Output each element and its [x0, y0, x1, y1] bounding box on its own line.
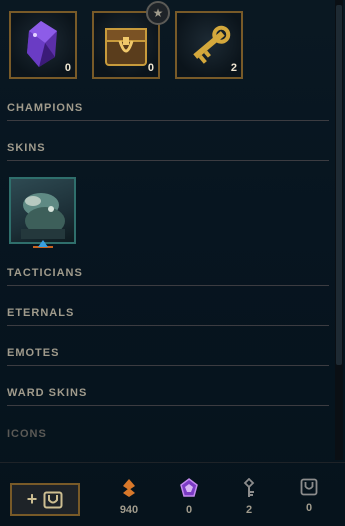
- star-icon: ★: [152, 6, 164, 20]
- section-ward-skins[interactable]: WARD SKINS: [7, 386, 329, 406]
- loot-panel: 0 0 ★ 2 CHAMPIONS SKINS TACTICIANS ETERN…: [0, 0, 345, 526]
- orange-essence-icon: [123, 479, 135, 497]
- section-tacticians[interactable]: TACTICIANS: [7, 266, 329, 286]
- section-skins[interactable]: SKINS: [7, 141, 329, 161]
- section-eternals-title: ETERNALS: [7, 307, 75, 319]
- section-ward-skins-title: WARD SKINS: [7, 387, 88, 399]
- skin-rarity-marker-icon: [33, 240, 53, 248]
- mythic-essence-icon: [180, 478, 198, 497]
- mythic-essence-value: 0: [185, 504, 193, 516]
- chest-count: 0: [147, 62, 154, 74]
- scrollbar-thumb[interactable]: [336, 5, 342, 365]
- chest-icon: [300, 478, 318, 496]
- star-badge: ★: [146, 1, 170, 25]
- craft-chest-button[interactable]: +: [10, 483, 80, 516]
- section-champions-title: CHAMPIONS: [7, 102, 84, 114]
- currency-chests: 0: [289, 478, 329, 522]
- gemstone-slot[interactable]: 0: [9, 11, 77, 79]
- keys-value: 2: [245, 504, 253, 516]
- chest-outline-icon: [43, 491, 63, 508]
- key-icon: [243, 478, 255, 497]
- currency-orange-essence: 940: [109, 478, 149, 522]
- key-fragment-count: 2: [230, 62, 237, 74]
- skin-tile[interactable]: [9, 177, 76, 244]
- section-champions[interactable]: CHAMPIONS: [7, 101, 329, 121]
- orange-essence-value: 940: [119, 504, 139, 516]
- bottom-divider: [0, 462, 345, 463]
- section-eternals[interactable]: ETERNALS: [7, 306, 329, 326]
- skin-portrait-icon: [21, 193, 65, 239]
- chests-value: 0: [305, 502, 313, 514]
- section-emotes[interactable]: EMOTES: [7, 346, 329, 366]
- section-icons[interactable]: ICONS: [7, 427, 329, 447]
- key-fragment-slot[interactable]: 2: [175, 11, 243, 79]
- gemstone-count: 0: [64, 62, 71, 74]
- plus-label: +: [26, 489, 38, 509]
- currency-mythic-essence: 0: [169, 478, 209, 522]
- section-tacticians-title: TACTICIANS: [7, 267, 83, 279]
- section-icons-title: ICONS: [7, 428, 47, 440]
- section-emotes-title: EMOTES: [7, 347, 60, 359]
- section-skins-title: SKINS: [7, 142, 46, 154]
- currency-keys: 2: [229, 478, 269, 522]
